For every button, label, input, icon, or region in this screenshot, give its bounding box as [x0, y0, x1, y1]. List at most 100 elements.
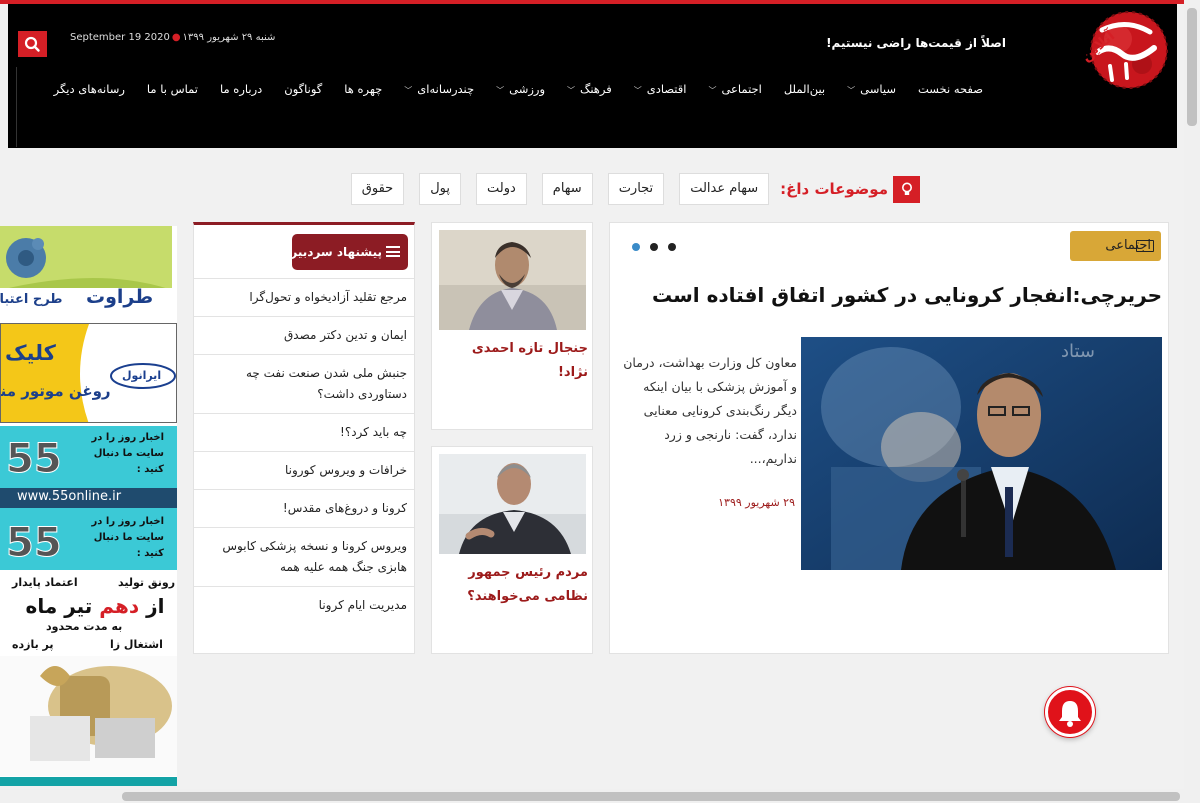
ad-banner-iranol[interactable]: کلیک ایرانول روغن موتور منا: [0, 323, 177, 423]
ad-text: از: [146, 594, 165, 618]
topic-tag[interactable]: تجارت: [607, 173, 665, 205]
ad-divider: [0, 777, 177, 786]
svg-text:55: 55: [6, 436, 62, 482]
notification-bell-button[interactable]: [1045, 687, 1095, 737]
editor-pick-item[interactable]: چه باید کرد؟!: [194, 413, 414, 451]
nav-item[interactable]: ورزشی ﹀: [485, 67, 556, 106]
ad-text: روغن موتور منا: [0, 382, 111, 400]
hot-topics-bar: موضوعات داغ: سهام عدالت تجارت سهام دولت پول ح…: [270, 172, 920, 206]
slider-dot[interactable]: [650, 243, 658, 251]
ad-banner-gold-image[interactable]: [0, 656, 177, 776]
search-button[interactable]: [18, 31, 47, 57]
header-date: September 19 2020 ● شنبه ۲۹ شهریور ۱۳۹۹: [70, 32, 275, 43]
news-card-title[interactable]: مردم رئیس جمهور نظامی می‌خواهند؟: [438, 561, 588, 609]
topic-tag[interactable]: سهام: [541, 173, 593, 205]
nav-item-label: گوناگون: [284, 82, 323, 96]
nav-item-label: سیاسی: [860, 82, 896, 96]
ad-headline: از دهم تیر ماه: [20, 594, 170, 618]
ad-text: اخبار روز را در سایت ما دنبال کنید :: [91, 432, 164, 475]
ad-text: دهم: [99, 594, 140, 618]
nav-item-label: اقتصادی: [646, 82, 687, 96]
nav-item-label: چندرسانه‌ای: [417, 82, 475, 96]
editor-pick-item[interactable]: ایمان و تدین دکتر مصدق: [194, 316, 414, 354]
nav-item-label: فرهنگ: [580, 82, 612, 96]
chevron-down-icon: ﹀: [496, 86, 505, 95]
main-navigation: صفحه نخست سیاسی ﹀ بین‌الملل اجتماعی ﹀ اقتصادی ﹀…: [16, 67, 1004, 147]
ad-text: به مدت محدود: [46, 620, 123, 633]
nav-item[interactable]: صفحه نخست: [907, 67, 994, 106]
nav-item[interactable]: رسانه‌های دیگر: [43, 67, 136, 106]
editor-picks-heading: پیشنهاد سردبیر: [290, 234, 408, 270]
ad-text: اعتماد پایدار: [12, 576, 78, 589]
vertical-scrollbar-thumb[interactable]: [1187, 8, 1197, 126]
ad-column: طراوت طرح اعتبار کلیک ایرانول روغن موتور…: [0, 226, 177, 786]
ad-text: کلیک: [5, 341, 56, 365]
chevron-down-icon: ﹀: [633, 86, 642, 95]
editor-pick-item[interactable]: ویروس کرونا و نسخه پزشکی کابوس هابزی جنگ…: [194, 527, 414, 586]
nav-item[interactable]: بین‌الملل: [773, 67, 836, 106]
category-badge[interactable]: اجتماعی: [1070, 231, 1161, 261]
news-card-title[interactable]: جنجال تازه احمدی نژاد!: [438, 337, 588, 385]
nav-item-label: اجتماعی: [721, 82, 762, 96]
news-card-image[interactable]: [439, 230, 586, 330]
nav-item[interactable]: تماس با ما: [136, 67, 209, 106]
site-tagline: اصلاً از قیمت‌ها راضی نیستیم!: [826, 36, 1006, 50]
nav-item-label: رسانه‌های دیگر: [53, 82, 125, 96]
nav-item[interactable]: اجتماعی ﹀: [697, 67, 772, 106]
nav-item[interactable]: اقتصادی ﹀: [623, 67, 698, 106]
ad-text: تیر ماه: [25, 594, 93, 618]
chevron-down-icon: ﹀: [708, 86, 717, 95]
ad-url: www.55online.ir: [17, 489, 122, 504]
lead-story-date: ۲۹ شهریور ۱۳۹۹: [718, 496, 795, 509]
editor-pick-item[interactable]: خرافات و ویروس کورونا: [194, 451, 414, 489]
editor-pick-item[interactable]: کرونا و دروغ‌های مقدس!: [194, 489, 414, 527]
nav-item[interactable]: چندرسانه‌ای ﹀: [393, 67, 485, 106]
ad-text: اشتغال زا: [110, 638, 163, 651]
news-card-image[interactable]: [439, 454, 586, 554]
lead-story-summary: معاون کل وزارت بهداشت، درمان و آموزش پزش…: [623, 355, 797, 466]
nav-item[interactable]: چهره ها: [333, 67, 393, 106]
nav-item[interactable]: سیاسی ﹀: [836, 67, 907, 106]
nav-item-label: تماس با ما: [146, 82, 198, 96]
lead-story-card: اجتماعی حریرچی:انفجار کرونایی در کشور ات…: [609, 222, 1169, 654]
horizontal-scrollbar-thumb[interactable]: [122, 792, 1180, 801]
slider-dot[interactable]: [632, 243, 640, 251]
newspaper-icon: [1136, 240, 1154, 252]
editor-pick-item[interactable]: جنبش ملی شدن صنعت نفت چه دستاوردی داشت؟: [194, 354, 414, 413]
editor-pick-item[interactable]: مرجع تقلید آزادیخواه و تحول‌گرا: [194, 278, 414, 316]
nav-item[interactable]: فرهنگ ﹀: [556, 67, 623, 106]
ad-text: طرح اعتبار: [0, 292, 63, 307]
topic-tag[interactable]: پول: [419, 173, 461, 205]
ad-text: پر بازده: [12, 638, 54, 651]
topic-tag[interactable]: دولت: [475, 173, 527, 205]
ad-text: ایرانول: [122, 369, 162, 382]
ad-banner-55online[interactable]: 55 اخبار روز را در سایت ما دنبال کنید :: [0, 508, 177, 570]
ad-banner-taravat[interactable]: طراوت طرح اعتبار: [0, 226, 177, 318]
ad-banner-55online[interactable]: 55 اخبار روز را در سایت ما دنبال کنید : …: [0, 426, 177, 508]
lightbulb-icon: [893, 175, 920, 203]
editor-pick-item[interactable]: مدیریت ایام کرونا: [194, 586, 414, 624]
site-logo[interactable]: آنلاین: [1030, 4, 1180, 100]
topic-tag[interactable]: سهام عدالت: [679, 173, 770, 205]
chevron-down-icon: ﹀: [567, 86, 576, 95]
ad-text: اخبار روز را در سایت ما دنبال کنید :: [91, 516, 164, 559]
svg-text:ستاد: ستاد: [1061, 341, 1095, 362]
svg-text:55: 55: [6, 520, 62, 566]
list-icon: [386, 246, 400, 257]
ad-banner-campaign[interactable]: رونق تولید اعتماد پایدار از دهم تیر ماه …: [0, 572, 177, 656]
news-card[interactable]: مردم رئیس جمهور نظامی می‌خواهند؟: [431, 446, 593, 654]
page: آنلاین اصلاً از قیمت‌ها راضی نیستیم! Sep…: [0, 0, 1200, 803]
slider-dots: [620, 243, 680, 253]
nav-item[interactable]: گوناگون: [273, 67, 333, 106]
chevron-down-icon: ﹀: [404, 86, 413, 95]
news-card[interactable]: جنجال تازه احمدی نژاد!: [431, 222, 593, 430]
topic-tag[interactable]: حقوق: [350, 173, 405, 205]
search-icon: [24, 36, 40, 52]
lead-story-image[interactable]: ستاد: [801, 337, 1162, 570]
slider-dot[interactable]: [668, 243, 676, 251]
nav-item[interactable]: درباره ما: [209, 67, 273, 106]
site-header: آنلاین اصلاً از قیمت‌ها راضی نیستیم! Sep…: [8, 4, 1177, 148]
nav-item-label: ورزشی: [509, 82, 546, 96]
nav-item-label: صفحه نخست: [917, 82, 983, 96]
lead-story-title[interactable]: حریرچی:انفجار کرونایی در کشور اتفاق افتا…: [620, 283, 1162, 307]
